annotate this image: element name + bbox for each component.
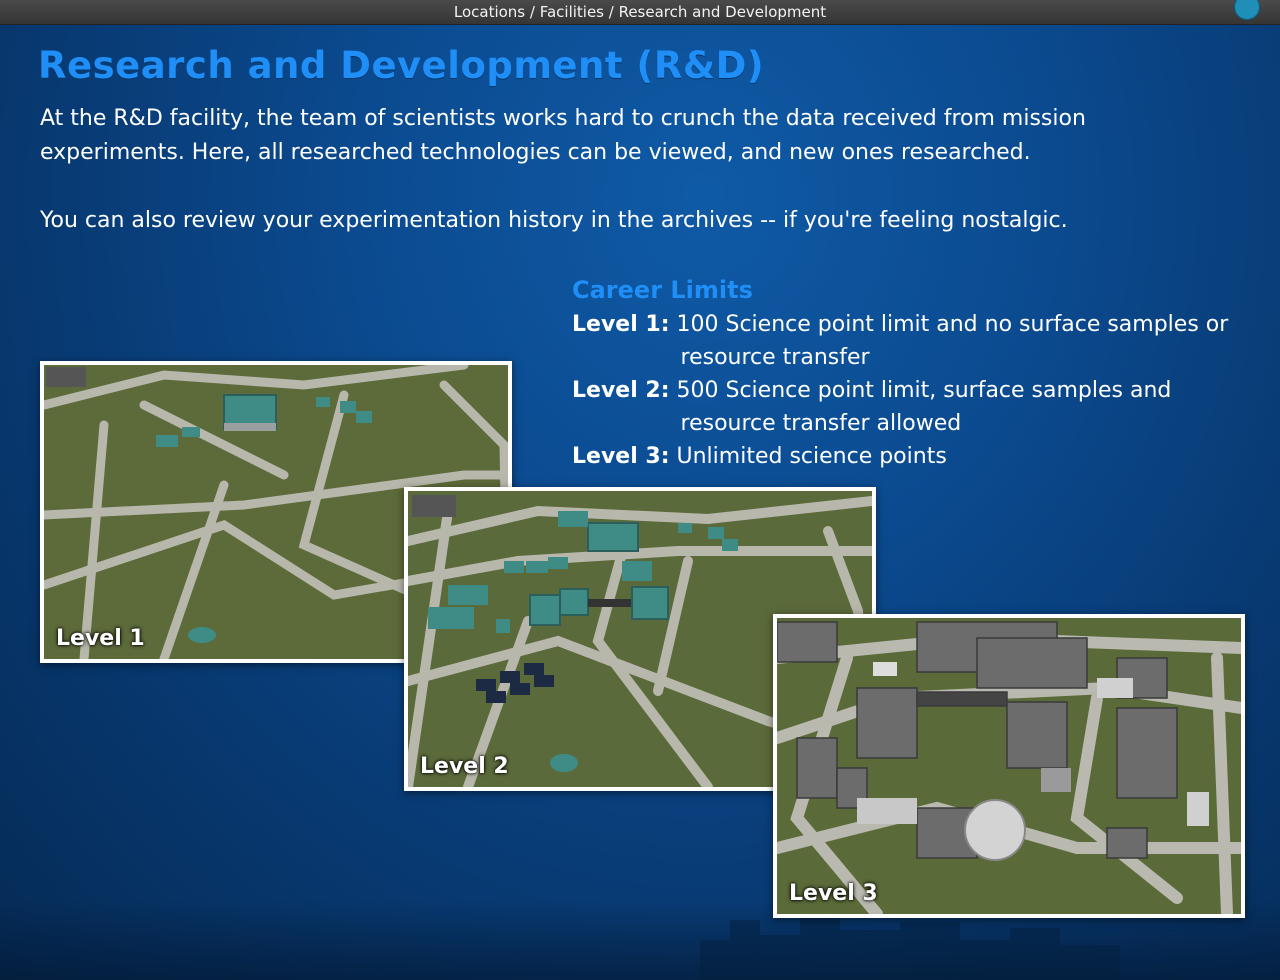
window-title: Locations / Facilities / Research and De… — [453, 3, 827, 21]
archives-paragraph: You can also review your experimentation… — [40, 208, 1068, 233]
image-caption: Level 3 — [789, 881, 878, 906]
facility-level-3-image: Level 3 — [773, 614, 1245, 918]
level-description: 100 Science point limit and no surface s… — [676, 312, 1229, 370]
career-limits-title: Career Limits — [572, 276, 753, 304]
image-caption: Level 1 — [56, 626, 145, 651]
level-label: Level 1: — [572, 312, 670, 337]
image-caption: Level 2 — [420, 754, 509, 779]
career-level-2: Level 2: 500 Science point limit, surfac… — [572, 374, 1272, 440]
window-control-button[interactable] — [1234, 0, 1260, 20]
career-level-1: Level 1: 100 Science point limit and no … — [572, 308, 1272, 374]
level-description: 500 Science point limit, surface samples… — [676, 378, 1172, 436]
level-description: Unlimited science points — [676, 444, 947, 469]
career-limits-section: Career Limits Level 1: 100 Science point… — [572, 274, 1272, 473]
page-title: Research and Development (R&D) — [38, 44, 765, 87]
level-label: Level 2: — [572, 378, 670, 403]
window-titlebar: Locations / Facilities / Research and De… — [0, 0, 1280, 25]
level-label: Level 3: — [572, 444, 670, 469]
career-level-3: Level 3: Unlimited science points — [572, 440, 1272, 473]
intro-paragraph: At the R&D facility, the team of scienti… — [40, 106, 1086, 165]
